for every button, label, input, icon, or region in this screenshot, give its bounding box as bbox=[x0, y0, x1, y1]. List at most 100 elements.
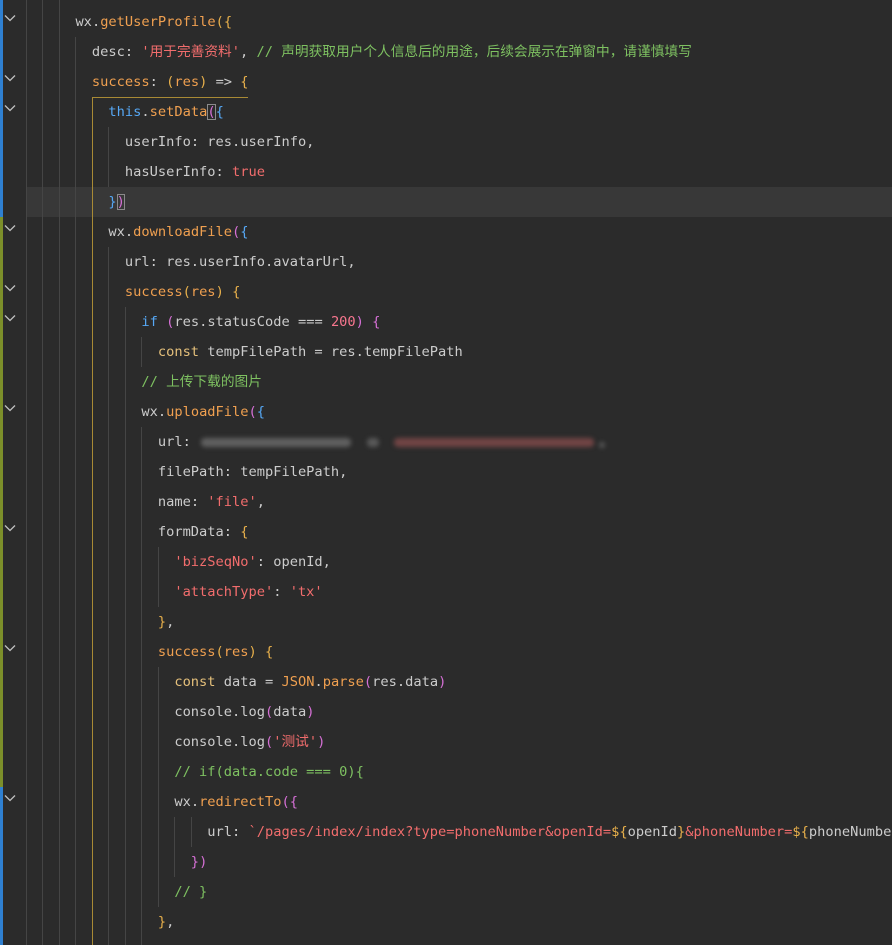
code-token[interactable]: formData bbox=[26, 524, 224, 540]
code-line[interactable]: userInfo: res.userInfo, bbox=[0, 127, 892, 157]
code-token[interactable]: } bbox=[26, 914, 166, 930]
git-change-marker[interactable] bbox=[0, 187, 3, 217]
code-line[interactable]: // } bbox=[0, 877, 892, 907]
git-change-marker[interactable] bbox=[0, 607, 3, 637]
code-token[interactable]: 'tx' bbox=[290, 584, 323, 600]
code-token[interactable]: res bbox=[224, 644, 249, 660]
fold-chevron-icon[interactable] bbox=[4, 404, 16, 412]
code-text[interactable]: wx.getUserProfile({ bbox=[26, 7, 892, 37]
code-token[interactable]: 200 bbox=[331, 314, 356, 330]
code-line[interactable]: wx.redirectTo({ bbox=[0, 787, 892, 817]
code-text[interactable]: 'bizSeqNo': openId, bbox=[26, 547, 892, 577]
code-token[interactable]: filePath bbox=[26, 464, 224, 480]
code-token[interactable]: : bbox=[125, 44, 141, 60]
code-token[interactable]: ) bbox=[438, 674, 446, 690]
code-token[interactable]: ) bbox=[356, 314, 364, 330]
code-line[interactable]: url: `/pages/index/index?type=phoneNumbe… bbox=[0, 817, 892, 847]
code-line-content[interactable]: // if(data.code === 0){ bbox=[26, 757, 892, 787]
git-change-marker[interactable] bbox=[0, 397, 3, 427]
code-line-content[interactable]: desc: '用于完善资料', // 声明获取用户个人信息后的用途，后续会展示在… bbox=[26, 37, 892, 67]
code-line-content[interactable]: console.log('测试') bbox=[26, 727, 892, 757]
code-line-content[interactable]: const data = JSON.parse(res.data) bbox=[26, 667, 892, 697]
code-line[interactable]: const data = JSON.parse(res.data) bbox=[0, 667, 892, 697]
fold-chevron-icon[interactable] bbox=[4, 794, 16, 802]
code-token[interactable]: console.log bbox=[26, 734, 265, 750]
fold-chevron-icon[interactable] bbox=[4, 14, 16, 22]
code-line[interactable]: name: 'file', bbox=[0, 487, 892, 517]
code-text[interactable]: if (res.statusCode === 200) { bbox=[26, 307, 892, 337]
code-token[interactable]: . bbox=[125, 224, 133, 240]
code-text[interactable]: console.log(data) bbox=[26, 697, 892, 727]
code-line-content[interactable]: url: res.userInfo.avatarUrl, bbox=[26, 247, 892, 277]
code-text[interactable]: // 上传下载的图片 bbox=[26, 367, 892, 397]
git-change-marker[interactable] bbox=[0, 127, 3, 157]
matched-bracket[interactable]: ) bbox=[116, 194, 125, 210]
code-token[interactable]: desc bbox=[26, 44, 125, 60]
code-token[interactable]: wx bbox=[26, 14, 92, 30]
code-token[interactable]: : res.userInfo, bbox=[191, 134, 315, 150]
code-token[interactable]: { bbox=[240, 224, 248, 240]
code-token[interactable]: '用于完善资料' bbox=[141, 44, 240, 60]
code-line-content[interactable]: console.log(data) bbox=[26, 697, 892, 727]
git-change-marker[interactable] bbox=[0, 67, 3, 97]
code-token[interactable]: ) bbox=[249, 644, 257, 660]
code-line-content[interactable]: wx.redirectTo({ bbox=[26, 787, 892, 817]
code-token[interactable]: { bbox=[240, 74, 248, 90]
matched-bracket[interactable]: ( bbox=[207, 104, 216, 120]
code-token[interactable]: getUserProfile bbox=[100, 14, 215, 30]
code-token[interactable]: ( bbox=[216, 14, 224, 30]
fold-chevron-icon[interactable] bbox=[4, 104, 16, 112]
code-text[interactable]: }, bbox=[26, 907, 892, 937]
code-line[interactable]: wx.uploadFile({ bbox=[0, 397, 892, 427]
code-token[interactable]: wx bbox=[26, 224, 125, 240]
code-line[interactable]: this.setData({ bbox=[0, 97, 892, 127]
code-token[interactable]: } bbox=[26, 614, 166, 630]
code-token[interactable]: : bbox=[216, 164, 232, 180]
code-token[interactable]: setData bbox=[150, 104, 208, 120]
code-text[interactable]: userInfo: res.userInfo, bbox=[26, 127, 892, 157]
code-line[interactable]: hasUserInfo: true bbox=[0, 157, 892, 187]
code-token[interactable]: ( bbox=[265, 734, 273, 750]
code-line[interactable]: success(res) { bbox=[0, 637, 892, 667]
code-token[interactable]: userInfo bbox=[26, 134, 191, 150]
fold-chevron-icon[interactable] bbox=[4, 224, 16, 232]
fold-chevron-icon[interactable] bbox=[4, 284, 16, 292]
code-editor[interactable]: wx.getUserProfile({ desc: '用于完善资料', // 声… bbox=[0, 0, 892, 945]
code-token[interactable]: // 声明获取用户个人信息后的用途，后续会展示在弹窗中，请谨慎填写 bbox=[256, 44, 691, 60]
git-change-marker[interactable] bbox=[0, 577, 3, 607]
code-token[interactable]: '测试' bbox=[273, 734, 317, 750]
current-line[interactable]: }) bbox=[26, 187, 892, 217]
code-token[interactable]: uploadFile bbox=[166, 404, 248, 420]
code-token[interactable]: , bbox=[240, 44, 256, 60]
code-token[interactable]: res bbox=[191, 284, 216, 300]
code-line-content[interactable]: 'attachType': 'tx' bbox=[26, 577, 892, 607]
code-token[interactable]: downloadFile bbox=[133, 224, 232, 240]
code-token[interactable]: { bbox=[240, 524, 248, 540]
code-token[interactable]: => bbox=[207, 74, 240, 90]
code-line-content[interactable]: userInfo: res.userInfo, bbox=[26, 127, 892, 157]
code-token[interactable]: url bbox=[26, 254, 150, 270]
code-text[interactable]: hasUserInfo: true bbox=[26, 157, 892, 187]
git-change-marker[interactable] bbox=[0, 247, 3, 277]
code-token[interactable]: &phoneNumber= bbox=[685, 824, 792, 840]
code-line-content[interactable]: success(res) { bbox=[26, 277, 892, 307]
code-token[interactable]: res.data bbox=[372, 674, 438, 690]
git-change-marker[interactable] bbox=[0, 307, 3, 337]
code-token[interactable]: 'attachType' bbox=[26, 584, 273, 600]
code-token[interactable] bbox=[224, 284, 232, 300]
code-text[interactable]: desc: '用于完善资料', // 声明获取用户个人信息后的用途，后续会展示在… bbox=[26, 37, 892, 67]
code-token[interactable]: ) bbox=[216, 284, 224, 300]
code-token[interactable]: : bbox=[224, 524, 240, 540]
code-line[interactable]: url: bbox=[0, 427, 892, 457]
code-text[interactable]: 'attachType': 'tx' bbox=[26, 577, 892, 607]
code-token[interactable]: : bbox=[150, 74, 166, 90]
code-token[interactable] bbox=[158, 314, 166, 330]
git-change-marker[interactable] bbox=[0, 877, 3, 907]
code-token[interactable]: ( bbox=[183, 284, 191, 300]
code-text[interactable]: url: res.userInfo.avatarUrl, bbox=[26, 247, 892, 277]
code-token[interactable]: { bbox=[265, 644, 273, 660]
code-line[interactable]: // 上传下载的图片 bbox=[0, 367, 892, 397]
code-token[interactable]: ( bbox=[364, 674, 372, 690]
code-token[interactable]: success bbox=[26, 284, 183, 300]
code-line-content[interactable]: }, bbox=[26, 607, 892, 637]
